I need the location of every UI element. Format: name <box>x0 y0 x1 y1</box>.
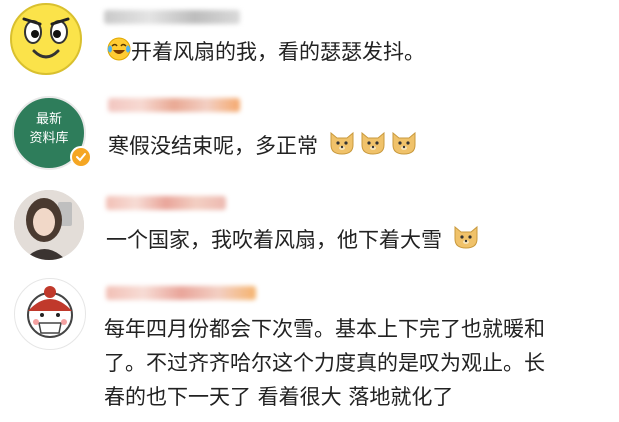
username-blurred[interactable] <box>106 196 226 210</box>
doge-icon <box>328 130 356 164</box>
username-blurred[interactable] <box>108 98 240 112</box>
avatar[interactable] <box>10 3 82 75</box>
person-photo-icon <box>14 190 84 260</box>
avatar[interactable] <box>14 278 86 350</box>
doge-icon <box>359 130 387 164</box>
cartoon-girl-icon <box>27 286 73 338</box>
comment-text: 每年四月份都会下次雪。基本上下完了也就暖和 了。不过齐齐哈尔这个力度真的是叹为观… <box>104 312 604 414</box>
comment-body: 寒假没结束呢，多正常 <box>108 134 318 158</box>
comment-line: 每年四月份都会下次雪。基本上下完了也就暖和 <box>104 317 545 341</box>
avatar[interactable] <box>14 190 84 260</box>
comment-2: 最新 资料库 寒假没结束呢，多正常 <box>0 88 619 180</box>
comment-3: 一个国家，我吹着风扇，他下着大雪 <box>0 180 619 272</box>
username-blurred[interactable] <box>106 286 256 300</box>
doge-icon <box>390 130 418 164</box>
comment-4: 每年四月份都会下次雪。基本上下完了也就暖和 了。不过齐齐哈尔这个力度真的是叹为观… <box>0 272 619 422</box>
comment-text: 寒假没结束呢，多正常 <box>108 130 418 164</box>
smiley-face-icon <box>13 6 79 72</box>
comment-1: 开着风扇的我，看的瑟瑟发抖。 <box>0 0 619 88</box>
comment-text: 一个国家，我吹着风扇，他下着大雪 <box>106 224 480 258</box>
comment-line: 了。不过齐齐哈尔这个力度真的是叹为观止。长 <box>104 351 545 375</box>
comment-body: 开着风扇的我，看的瑟瑟发抖。 <box>131 40 425 64</box>
comment-body: 一个国家，我吹着风扇，他下着大雪 <box>106 228 442 252</box>
comment-line: 春的也下一天了 看着很大 落地就化了 <box>104 385 454 409</box>
face-with-tears-of-joy-icon <box>107 37 131 69</box>
doge-icon <box>452 224 480 258</box>
username-blurred[interactable] <box>104 10 240 24</box>
verified-badge-icon <box>70 146 92 168</box>
comment-text: 开着风扇的我，看的瑟瑟发抖。 <box>104 37 425 69</box>
avatar-text: 最新 资料库 <box>29 112 69 146</box>
